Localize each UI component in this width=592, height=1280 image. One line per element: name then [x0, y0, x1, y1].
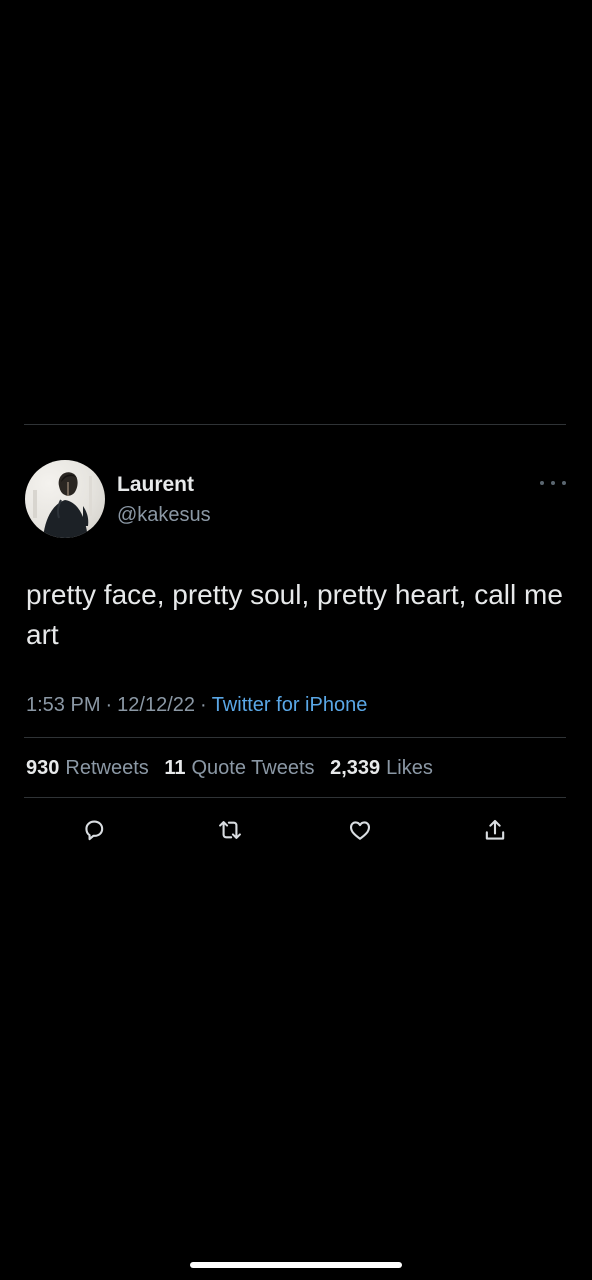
tweet-stats: 930 Retweets 11 Quote Tweets 2,339 Likes	[26, 755, 443, 781]
retweets-label: Retweets	[65, 757, 149, 779]
likes-count: 2,339	[330, 757, 381, 779]
tweet-source-link[interactable]: Twitter for iPhone	[212, 694, 368, 716]
share-icon	[485, 819, 505, 840]
retweet-icon	[219, 821, 241, 839]
meta-separator: ·	[105, 694, 113, 716]
like-icon	[349, 821, 371, 840]
more-dot	[562, 481, 566, 485]
likes-label: Likes	[386, 757, 433, 779]
retweets-count: 930	[26, 757, 60, 779]
author-handle[interactable]: @kakesus	[117, 503, 211, 527]
meta-separator: ·	[200, 694, 207, 716]
avatar[interactable]	[25, 460, 105, 538]
likes-stat[interactable]: 2,339 Likes	[330, 757, 433, 779]
share-button[interactable]	[479, 814, 511, 846]
tweet-date[interactable]: 12/12/22	[117, 694, 195, 716]
author-display-name[interactable]: Laurent	[117, 473, 194, 497]
tweet-meta: 1:53 PM · 12/12/22 · Twitter for iPhone	[26, 692, 367, 718]
quote-tweets-count: 11	[164, 757, 186, 779]
more-options-icon[interactable]	[540, 476, 566, 490]
profile-photo	[33, 472, 92, 538]
like-button[interactable]	[344, 814, 376, 846]
home-indicator[interactable]	[190, 1262, 402, 1268]
stats-bottom-divider	[24, 797, 566, 798]
quote-tweets-stat[interactable]: 11 Quote Tweets	[164, 757, 314, 779]
quote-tweets-label: Quote Tweets	[191, 757, 315, 779]
more-dot	[540, 481, 544, 485]
more-dot	[551, 481, 555, 485]
top-divider	[24, 424, 566, 425]
stats-top-divider	[24, 737, 566, 738]
tweet-text: pretty face, pretty soul, pretty heart, …	[26, 579, 563, 650]
retweets-stat[interactable]: 930 Retweets	[26, 757, 149, 779]
tweet-time[interactable]: 1:53 PM	[26, 694, 100, 716]
reply-button[interactable]	[78, 814, 110, 846]
retweet-button[interactable]	[214, 814, 246, 846]
reply-icon	[85, 820, 104, 841]
